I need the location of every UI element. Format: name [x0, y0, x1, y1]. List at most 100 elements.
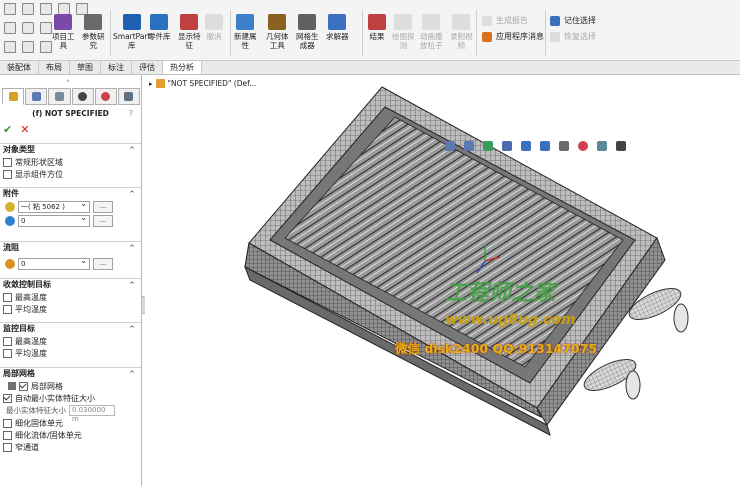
tab-feature-tree[interactable] — [25, 88, 48, 105]
heat-source-icon — [5, 216, 15, 226]
generate-report-button[interactable]: 生成报告 — [482, 15, 528, 26]
select-icon[interactable] — [4, 41, 16, 53]
tab-flow-simulation[interactable] — [117, 88, 141, 105]
flow-browse-button[interactable]: ... — [93, 258, 113, 270]
section-object-type: 对象类型 ^ 常规形状区域 显示组件方位 — [0, 143, 141, 180]
collapse-icon: ^ — [129, 244, 135, 252]
max-temp-checkbox[interactable]: 最高温度 — [0, 291, 141, 303]
mesh-generator-button[interactable]: 网格生 成器 — [296, 14, 319, 50]
restore-selection-button[interactable]: 恢复选择 — [550, 31, 596, 42]
tab-dim-expert[interactable] — [71, 88, 94, 105]
avg-temp-checkbox[interactable]: 平均温度 — [0, 303, 141, 315]
undo-button[interactable]: 撤消 — [205, 14, 223, 41]
edit-appearance-icon[interactable] — [578, 141, 588, 151]
new-property-button[interactable]: 新建属 性 — [234, 14, 257, 50]
refine-fluid-solid-checkbox[interactable]: 细化流体/固体单元 — [0, 429, 141, 441]
zoom-area-icon[interactable] — [464, 141, 474, 151]
hide-show-icon[interactable] — [559, 141, 569, 151]
section-convergence-goals: 收敛控制目标 ^ 最高温度 平均温度 — [0, 278, 141, 315]
pipe-lower-end — [625, 370, 641, 400]
heat-source-dropdown[interactable]: 0 — [18, 213, 90, 227]
flow-dropdown[interactable]: 0 — [18, 256, 90, 270]
local-mesh-checkbox[interactable]: 局部网格 — [0, 380, 141, 392]
options-icon[interactable] — [40, 22, 52, 34]
section-header[interactable]: 局部网格 ^ — [0, 368, 141, 380]
heat-sink-model[interactable] — [145, 75, 740, 486]
solver-button[interactable]: 求解器 — [326, 14, 349, 41]
section-header[interactable]: 收敛控制目标 ^ — [0, 279, 141, 291]
ribbon-divider — [110, 10, 111, 56]
show-features-button[interactable]: 显示特 征 — [178, 14, 201, 50]
regular-region-checkbox[interactable]: 常规形状区域 — [0, 156, 141, 168]
auto-min-size-checkbox[interactable]: 自动最小实体特征大小 — [0, 392, 141, 404]
file-props-icon[interactable] — [22, 41, 34, 53]
parametric-study-button[interactable]: 参数研 究 — [82, 14, 105, 50]
rebuild-icon[interactable] — [22, 22, 34, 34]
messages-icon — [482, 31, 492, 42]
plot-probe-button[interactable]: 绘图探 测 — [392, 14, 415, 50]
section-header[interactable]: 流阻 ^ — [0, 242, 141, 254]
scene-icon[interactable] — [597, 141, 607, 151]
view-orientation-icon[interactable] — [521, 141, 531, 151]
tab-config-manager[interactable] — [48, 88, 71, 105]
tab-property-manager[interactable] — [2, 88, 25, 105]
geometry-tools-icon — [268, 14, 287, 30]
save-icon[interactable] — [40, 3, 52, 15]
previous-view-icon[interactable] — [483, 141, 493, 151]
display-style-icon[interactable] — [540, 141, 550, 151]
tab-layout[interactable]: 布局 — [39, 61, 70, 74]
plot-probe-icon — [394, 14, 413, 30]
undo-icon[interactable] — [4, 22, 16, 34]
section-view-icon[interactable] — [502, 141, 512, 151]
narrow-channel-checkbox[interactable]: 窄通道 — [0, 441, 141, 453]
crosshair-icon — [78, 92, 88, 101]
monitor-avg-temp-checkbox[interactable]: 平均温度 — [0, 347, 141, 359]
heat-source-browse-button[interactable]: ... — [93, 215, 113, 227]
app-messages-button[interactable]: 应用程序消息 — [482, 31, 544, 42]
tab-sketch[interactable]: 草图 — [70, 61, 101, 74]
results-button[interactable]: 结果 — [368, 14, 386, 41]
property-manager-panel: ∘ (f) NOT SPECIFIED ? ✔ ✕ 对象类型 ^ 常规形状区域 显… — [0, 75, 142, 486]
help-icon[interactable]: ? — [129, 109, 133, 118]
collapse-icon: ^ — [129, 146, 135, 154]
remember-selection-button[interactable]: 记住选择 — [550, 15, 596, 26]
project-tools-button[interactable]: 项目工 具 — [52, 14, 75, 50]
smartpart-library-button[interactable]: SmartPart 库 — [113, 14, 151, 50]
ok-button[interactable]: ✔ — [3, 123, 12, 136]
monitor-icon[interactable] — [616, 141, 626, 151]
open-file-icon[interactable] — [22, 3, 34, 15]
geometry-tools-button[interactable]: 几何体 工具 — [266, 14, 289, 50]
parametric-study-icon — [84, 14, 103, 30]
cancel-button[interactable]: ✕ — [20, 123, 29, 136]
record-video-button[interactable]: 录制视 频 — [450, 14, 473, 50]
restore-icon — [550, 31, 560, 42]
zoom-fit-icon[interactable] — [445, 141, 455, 151]
material-dropdown[interactable]: 一( 粘 5062 ) — [18, 199, 90, 213]
animate-particles-button[interactable]: 动画播 放粒子 — [420, 14, 443, 50]
manager-tabs — [2, 88, 141, 105]
min-size-input[interactable]: 0.030000 m — [69, 405, 115, 423]
redo-icon[interactable] — [40, 41, 52, 53]
refine-solid-checkbox[interactable]: 细化固体单元 — [0, 417, 141, 429]
tab-assembly[interactable]: 装配体 — [0, 61, 39, 74]
collapse-icon: ^ — [129, 370, 135, 378]
ribbon-divider — [476, 10, 477, 56]
section-local-mesh: 局部网格 ^ 局部网格 自动最小实体特征大小 最小实体特征大小 0.030000 m… — [0, 367, 141, 453]
tab-thermal-analysis[interactable]: 热分析 — [163, 61, 202, 74]
new-file-icon[interactable] — [4, 3, 16, 15]
monitor-max-temp-checkbox[interactable]: 最高温度 — [0, 335, 141, 347]
material-browse-button[interactable]: ... — [93, 201, 113, 213]
ribbon-divider — [362, 10, 363, 56]
tab-markup[interactable]: 标注 — [101, 61, 132, 74]
show-orientation-checkbox[interactable]: 显示组件方位 — [0, 168, 141, 180]
watermark-logo-text: 工程师之家 — [445, 280, 556, 306]
feature-tree-icon — [31, 92, 41, 101]
section-header[interactable]: 附件 ^ — [0, 188, 141, 200]
section-header[interactable]: 对象类型 ^ — [0, 144, 141, 156]
tab-evaluate[interactable]: 评估 — [132, 61, 163, 74]
part-library-button[interactable]: 零件库 — [148, 14, 171, 41]
tab-display-manager[interactable] — [94, 88, 117, 105]
graphics-area[interactable]: ▸ "NOT SPECIFIED" (Def... 工程师之家 www.ug8u… — [145, 75, 740, 486]
section-header[interactable]: 监控目标 ^ — [0, 323, 141, 335]
report-icon — [482, 15, 492, 26]
